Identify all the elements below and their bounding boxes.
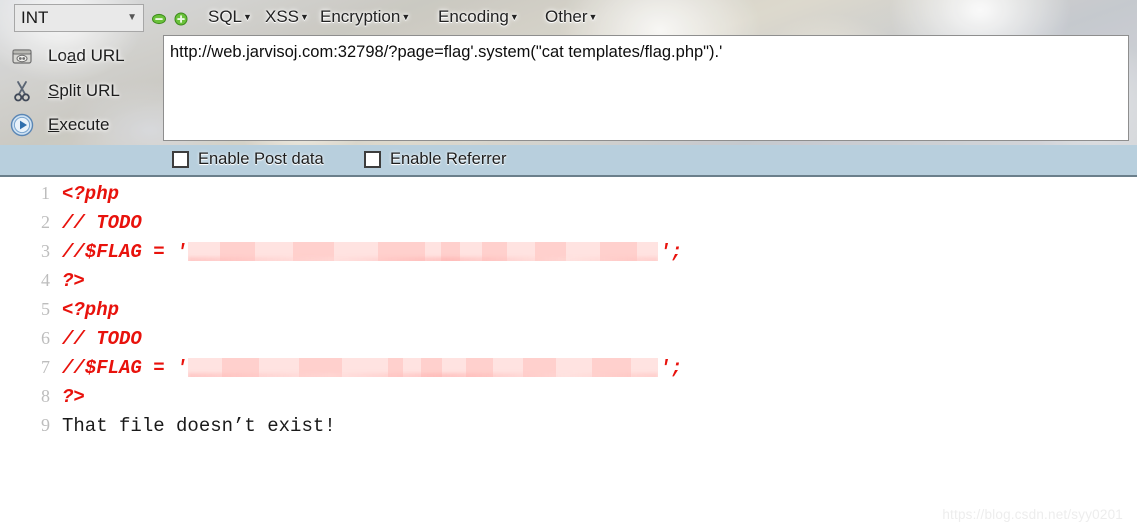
code-line: 4 ?> [0,266,1137,295]
watermark: https://blog.csdn.net/syy0201 [942,507,1123,522]
load-url-icon [8,43,36,69]
code-line: 6 // TODO [0,324,1137,353]
code-text: //$FLAG = ' '; [62,357,682,379]
enable-post-data-option[interactable]: Enable Post data [172,150,324,169]
redaction-smear [188,256,659,261]
menu-encoding-label: Encoding [438,7,509,26]
line-number: 1 [41,183,50,203]
code-text: // TODO [62,327,142,350]
line-number: 7 [41,357,50,377]
line-number: 2 [41,212,50,232]
code-line: 7 //$FLAG = ' '; [0,353,1137,382]
enable-post-data-checkbox[interactable] [172,151,189,168]
menu-other[interactable]: Other▼ [545,7,597,27]
caret-down-icon: ▼ [401,11,411,22]
line-number: 9 [41,415,50,435]
caret-down-icon: ▼ [243,11,252,22]
menu-encryption[interactable]: Encryption▼ [320,7,410,27]
split-url-button[interactable]: Split URL [8,76,120,106]
redacted-flag-value [188,241,659,261]
code-line: 9 That file doesn’t exist! [0,411,1137,440]
play-icon [8,112,36,138]
code-line: 2 // TODO [0,208,1137,237]
enable-referrer-label: Enable Referrer [390,150,507,168]
scissors-icon [8,78,36,104]
menu-xss[interactable]: XSS▼ [265,7,309,27]
enable-referrer-option[interactable]: Enable Referrer [364,150,506,169]
line-number: 8 [41,386,50,406]
response-output: 1 <?php 2 // TODO 3 //$FLAG = ' '; 4 ?> 5 <?php 6 //… [0,179,1137,530]
redaction-smear [188,372,659,377]
menu-encoding[interactable]: Encoding▼ [438,7,519,27]
code-line: 8 ?> [0,382,1137,411]
code-text: <?php [62,182,120,205]
caret-down-icon: ▼ [509,11,519,22]
load-url-label: Load URL [48,46,125,65]
caret-down-icon: ▼ [588,11,598,22]
menu-sql[interactable]: SQL▼ [208,7,252,27]
chevron-down-icon: ▼ [127,12,137,23]
code-text: That file doesn’t exist! [62,414,336,437]
line-number: 3 [41,241,50,261]
type-select[interactable]: INT ▼ [14,4,144,32]
code-text: // TODO [62,211,142,234]
url-input[interactable]: http://web.jarvisoj.com:32798/?page=flag… [163,35,1129,141]
menu-encryption-label: Encryption [320,7,401,26]
line-number: 4 [41,270,50,290]
code-line: 5 <?php [0,295,1137,324]
execute-label: Execute [48,115,110,134]
code-text: ?> [62,269,85,292]
split-url-label: Split URL [48,81,120,100]
code-line: 3 //$FLAG = ' '; [0,237,1137,266]
redacted-flag-value [188,357,659,377]
load-url-button[interactable]: Load URL [8,41,125,71]
execute-button[interactable]: Execute [8,110,109,140]
type-select-value: INT [21,8,49,27]
options-bar [0,145,1137,177]
line-number: 5 [41,299,50,319]
code-text: <?php [62,298,120,321]
code-line: 1 <?php [0,179,1137,208]
plus-icon[interactable] [174,12,188,26]
enable-referrer-checkbox[interactable] [364,151,381,168]
line-number: 6 [41,328,50,348]
code-text: //$FLAG = ' '; [62,241,682,263]
menu-sql-label: SQL [208,7,243,26]
menu-xss-label: XSS [265,7,300,26]
code-text: ?> [62,385,85,408]
minus-icon[interactable] [152,12,166,26]
menu-other-label: Other [545,7,588,26]
enable-post-data-label: Enable Post data [198,150,324,168]
caret-down-icon: ▼ [300,11,309,22]
